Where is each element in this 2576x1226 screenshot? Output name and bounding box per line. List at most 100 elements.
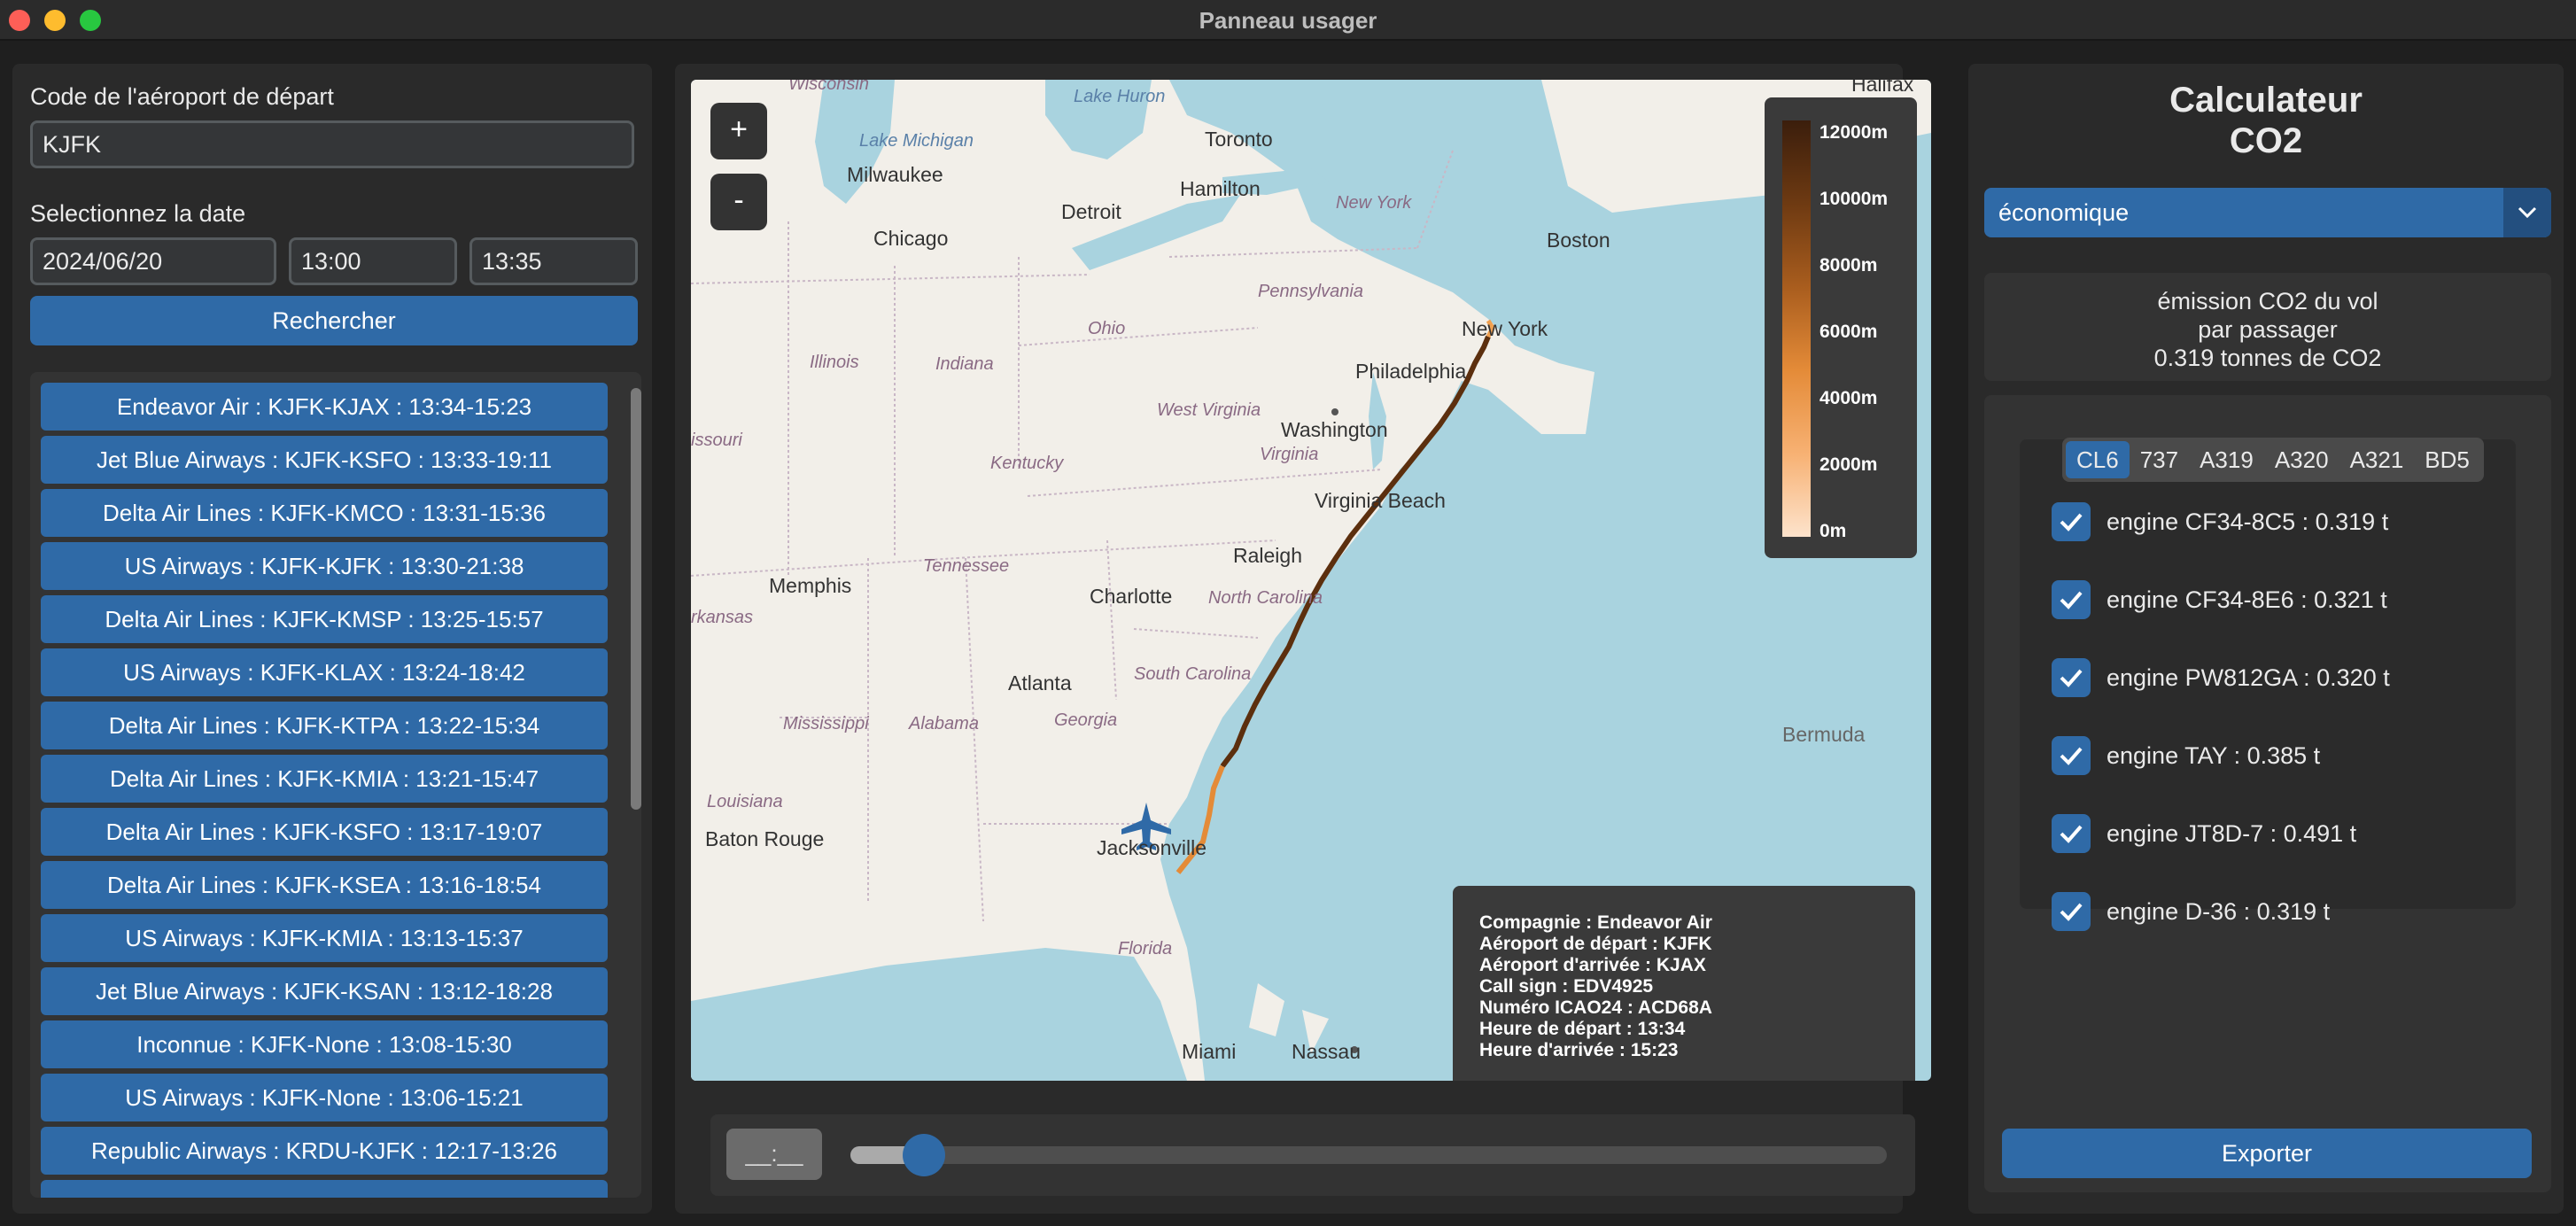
map-label: Pennsylvania bbox=[1258, 282, 1363, 301]
end-time-input[interactable]: 13:35 bbox=[469, 237, 638, 285]
title-bar: Panneau usager bbox=[0, 0, 2576, 41]
emission-line: émission CO2 du vol bbox=[2157, 288, 2378, 314]
engine-label: engine TAY : 0.385 t bbox=[2107, 741, 2321, 769]
start-time-input[interactable]: 13:00 bbox=[289, 237, 457, 285]
emission-value: 0.319 tonnes de CO2 bbox=[2153, 345, 2382, 371]
flight-item[interactable]: Delta Air Lines : KJFK-KMSP : 13:25-15:5… bbox=[41, 595, 608, 643]
map-label: Virginia bbox=[1260, 445, 1319, 464]
tab-a320[interactable]: A320 bbox=[2264, 441, 2339, 478]
flight-list-scrollbar[interactable] bbox=[631, 388, 641, 810]
flight-item-partial[interactable] bbox=[41, 1180, 608, 1198]
map-label: Memphis bbox=[769, 574, 852, 597]
map-label: New York bbox=[1336, 193, 1412, 213]
map-label: Nassau bbox=[1292, 1040, 1361, 1063]
map-label: rkansas bbox=[691, 608, 754, 627]
map-label: Halifax bbox=[1851, 80, 1914, 96]
altitude-legend: 12000m 10000m 8000m 6000m 4000m 2000m 0m bbox=[1765, 97, 1917, 558]
airport-code-input[interactable]: KJFK bbox=[30, 120, 634, 168]
map-label: Wisconsin bbox=[788, 80, 869, 94]
checkbox[interactable] bbox=[2052, 892, 2091, 931]
airport-code-label: Code de l'aéroport de départ bbox=[30, 83, 334, 110]
engine-label: engine CF34-8E6 : 0.321 t bbox=[2107, 586, 2387, 613]
checkbox[interactable] bbox=[2052, 580, 2091, 619]
tab-a321[interactable]: A321 bbox=[2339, 441, 2415, 478]
engine-option[interactable]: engine TAY : 0.385 t bbox=[2052, 735, 2320, 776]
flight-item[interactable]: US Airways : KJFK-None : 13:06-15:21 bbox=[41, 1074, 608, 1121]
checkmark-icon bbox=[2060, 903, 2083, 921]
map-label: Baton Rouge bbox=[705, 827, 825, 850]
checkbox[interactable] bbox=[2052, 658, 2091, 697]
checkbox[interactable] bbox=[2052, 502, 2091, 541]
timeline-slider[interactable] bbox=[850, 1134, 1887, 1176]
legend-label: 10000m bbox=[1819, 189, 1889, 209]
flight-item[interactable]: Delta Air Lines : KJFK-KMIA : 13:21-15:4… bbox=[41, 755, 608, 803]
map-label: Georgia bbox=[1054, 710, 1118, 730]
checkmark-icon bbox=[2060, 747, 2083, 765]
map-label: Mississippi bbox=[783, 714, 869, 733]
map-label: Lake Huron bbox=[1074, 87, 1166, 106]
tab-737[interactable]: 737 bbox=[2130, 441, 2189, 478]
flight-item[interactable]: US Airways : KJFK-KJFK : 13:30-21:38 bbox=[41, 542, 608, 590]
flight-item[interactable]: Delta Air Lines : KJFK-KSEA : 13:16-18:5… bbox=[41, 861, 608, 909]
flight-map[interactable]: Wisconsin Lake Michigan Lake Huron Toron… bbox=[691, 80, 1931, 1081]
engine-panel: CL6 737 A319 A320 A321 BD5 engine CF34-8… bbox=[1984, 395, 2551, 1192]
flight-item[interactable]: Delta Air Lines : KJFK-KMCO : 13:31-15:3… bbox=[41, 489, 608, 537]
flight-item[interactable]: Delta Air Lines : KJFK-KSFO : 13:17-19:0… bbox=[41, 808, 608, 856]
map-label: Raleigh bbox=[1233, 544, 1302, 567]
map-label: Atlanta bbox=[1008, 671, 1072, 694]
engine-option[interactable]: engine CF34-8C5 : 0.319 t bbox=[2052, 501, 2388, 542]
map-label: Tennessee bbox=[923, 556, 1010, 576]
info-departure-airport: Aéroport de départ : KJFK bbox=[1479, 934, 1712, 954]
chevron-down-icon[interactable] bbox=[2503, 188, 2551, 237]
tab-cl6[interactable]: CL6 bbox=[2066, 441, 2130, 478]
engine-option[interactable]: engine CF34-8E6 : 0.321 t bbox=[2052, 579, 2387, 620]
map-label: Florida bbox=[1118, 939, 1173, 958]
engine-label: engine PW812GA : 0.320 t bbox=[2107, 663, 2390, 691]
engine-option[interactable]: engine JT8D-7 : 0.491 t bbox=[2052, 813, 2356, 854]
flight-list[interactable]: Endeavor Air : KJFK-KJAX : 13:34-15:23 J… bbox=[30, 372, 641, 1198]
map-label: Boston bbox=[1547, 229, 1610, 252]
flight-item[interactable]: Delta Air Lines : KJFK-KTPA : 13:22-15:3… bbox=[41, 702, 608, 749]
checkbox[interactable] bbox=[2052, 814, 2091, 853]
travel-class-select[interactable]: économique bbox=[1984, 188, 2551, 237]
map-label: Detroit bbox=[1061, 200, 1121, 223]
flight-item[interactable]: Jet Blue Airways : KJFK-KSFO : 13:33-19:… bbox=[41, 436, 608, 484]
flight-item[interactable]: Republic Airways : KRDU-KJFK : 12:17-13:… bbox=[41, 1127, 608, 1175]
window-title: Panneau usager bbox=[1199, 7, 1377, 34]
zoom-out-button[interactable]: - bbox=[710, 174, 767, 230]
current-time-display: __:__ bbox=[726, 1129, 822, 1180]
map-label: Philadelphia bbox=[1355, 360, 1467, 383]
zoom-in-button[interactable]: + bbox=[710, 103, 767, 159]
emission-line: par passager bbox=[2198, 316, 2338, 343]
engine-option[interactable]: engine PW812GA : 0.320 t bbox=[2052, 657, 2390, 698]
checkbox[interactable] bbox=[2052, 736, 2091, 775]
flight-item[interactable]: Jet Blue Airways : KJFK-KSAN : 13:12-18:… bbox=[41, 967, 608, 1015]
title-line: CO2 bbox=[2229, 121, 2303, 160]
flight-item[interactable]: Endeavor Air : KJFK-KJAX : 13:34-15:23 bbox=[41, 383, 608, 431]
engine-label: engine CF34-8C5 : 0.319 t bbox=[2107, 508, 2389, 535]
tab-a319[interactable]: A319 bbox=[2189, 441, 2264, 478]
map-label: Jacksonville bbox=[1097, 836, 1207, 859]
map-label: Charlotte bbox=[1090, 585, 1173, 608]
map-label: Virginia Beach bbox=[1315, 489, 1446, 512]
legend-label: 4000m bbox=[1819, 388, 1878, 408]
engine-option[interactable]: engine D-36 : 0.319 t bbox=[2052, 891, 2330, 932]
map-label: Ohio bbox=[1088, 319, 1126, 338]
engine-label: engine D-36 : 0.319 t bbox=[2107, 897, 2331, 925]
map-label: Louisiana bbox=[707, 792, 783, 811]
info-arrival-time: Heure d'arrivée : 15:23 bbox=[1479, 1040, 1679, 1060]
timeline-slider-knob[interactable] bbox=[902, 1134, 945, 1176]
checkmark-icon bbox=[2060, 513, 2083, 532]
export-button[interactable]: Exporter bbox=[2002, 1129, 2532, 1178]
search-button[interactable]: Rechercher bbox=[30, 296, 638, 345]
legend-label: 12000m bbox=[1819, 122, 1889, 143]
flight-item[interactable]: US Airways : KJFK-KLAX : 13:24-18:42 bbox=[41, 648, 608, 696]
flight-item[interactable]: US Airways : KJFK-KMIA : 13:13-15:37 bbox=[41, 914, 608, 962]
flight-item[interactable]: Inconnue : KJFK-None : 13:08-15:30 bbox=[41, 1020, 608, 1068]
date-label: Selectionnez la date bbox=[30, 200, 246, 227]
map-label: Chicago bbox=[873, 227, 949, 250]
legend-label: 0m bbox=[1819, 521, 1847, 541]
date-input[interactable]: 2024/06/20 bbox=[30, 237, 276, 285]
tab-bd5[interactable]: BD5 bbox=[2414, 441, 2480, 478]
legend-label: 6000m bbox=[1819, 322, 1878, 342]
